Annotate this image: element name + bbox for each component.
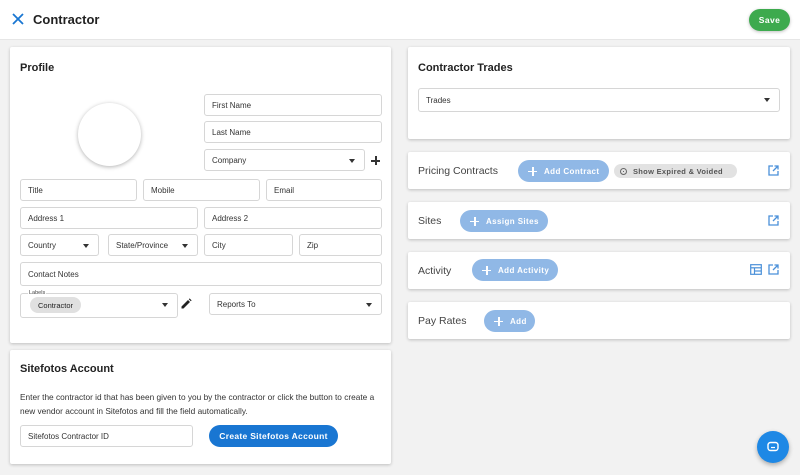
open-in-new-icon[interactable] [768,215,779,226]
plus-icon [470,216,479,226]
first-name-field[interactable]: First Name [204,94,382,116]
assign-sites-button[interactable]: Assign Sites [460,210,548,232]
sitefotos-heading: Sitefotos Account [20,363,114,375]
table-view-icon[interactable] [750,264,762,275]
create-sitefotos-account-button[interactable]: Create Sitefotos Account [209,425,338,447]
pricing-contracts-heading: Pricing Contracts [418,165,498,177]
city-field[interactable]: City [204,234,293,256]
pencil-icon[interactable] [180,298,192,310]
save-button[interactable]: Save [749,9,790,31]
chat-icon [767,441,779,452]
sitefotos-contractor-id-field[interactable]: Sitefotos Contractor ID [20,425,193,447]
pay-rates-heading: Pay Rates [418,315,467,327]
add-company-plus-icon[interactable] [371,156,380,165]
top-bar: Contractor Save [0,0,800,40]
state-select[interactable]: State/Province [108,234,198,256]
activity-heading: Activity [418,265,452,277]
contractor-trades-heading: Contractor Trades [418,62,513,74]
last-name-field[interactable]: Last Name [204,121,382,143]
activity-card [408,252,790,289]
show-expired-voided-label: Show Expired & Voided [633,166,723,176]
zip-field[interactable]: Zip [299,234,382,256]
address1-field[interactable]: Address 1 [20,207,198,229]
mobile-field[interactable]: Mobile [143,179,260,201]
company-select[interactable]: Company [204,149,365,171]
add-activity-label: Add Activity [498,265,550,275]
country-select[interactable]: Country [20,234,99,256]
sites-heading: Sites [418,215,442,227]
add-pay-rate-label: Add [510,316,527,326]
show-expired-voided-chip[interactable]: Show Expired & Voided [614,164,737,178]
labels-caption: Labels [28,290,47,296]
assign-sites-label: Assign Sites [486,216,539,226]
plus-icon [528,166,537,176]
title-field[interactable]: Title [20,179,137,201]
open-in-new-icon[interactable] [768,264,779,275]
add-contract-label: Add Contract [544,166,600,176]
email-field[interactable]: Email [266,179,382,201]
sitefotos-description: Enter the contractor id that has been gi… [20,392,375,416]
add-activity-button[interactable]: Add Activity [472,259,558,281]
reports-to-select[interactable]: Reports To [209,293,382,315]
open-in-new-icon[interactable] [768,165,779,176]
page-title: Contractor [33,12,100,27]
plus-icon [494,316,503,326]
profile-heading: Profile [20,62,55,74]
label-chip-contractor[interactable]: Contractor [30,297,82,313]
contact-notes-field[interactable]: Contact Notes [20,262,382,286]
address2-field[interactable]: Address 2 [204,207,382,229]
clock-icon [620,167,627,175]
plus-icon [482,265,491,275]
chat-button[interactable] [757,431,789,463]
add-contract-button[interactable]: Add Contract [518,160,609,182]
trades-select[interactable]: Trades [418,88,780,112]
close-icon[interactable] [11,12,25,26]
avatar[interactable] [78,103,141,166]
add-pay-rate-button[interactable]: Add [484,310,535,332]
